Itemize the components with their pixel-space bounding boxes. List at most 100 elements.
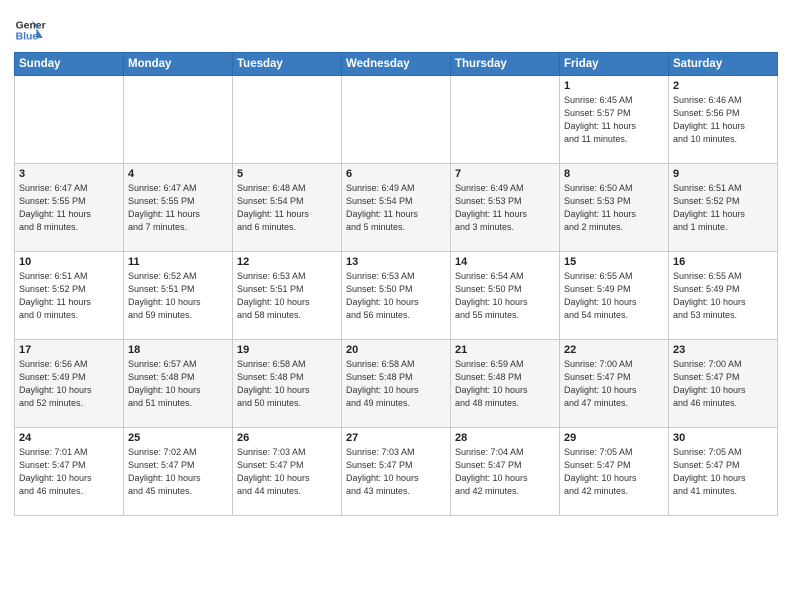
day-info: Sunrise: 6:47 AM Sunset: 5:55 PM Dayligh… (19, 182, 119, 234)
calendar-cell: 8 Sunrise: 6:50 AM Sunset: 5:53 PM Daylig… (560, 164, 669, 252)
calendar-cell: 7 Sunrise: 6:49 AM Sunset: 5:53 PM Daylig… (451, 164, 560, 252)
day-number: 24 (19, 432, 119, 444)
calendar-cell: 27 Sunrise: 7:03 AM Sunset: 5:47 PM Dayli… (342, 428, 451, 516)
calendar-cell: 4 Sunrise: 6:47 AM Sunset: 5:55 PM Daylig… (124, 164, 233, 252)
calendar-cell: 19 Sunrise: 6:58 AM Sunset: 5:48 PM Dayli… (233, 340, 342, 428)
calendar-cell: 21 Sunrise: 6:59 AM Sunset: 5:48 PM Dayli… (451, 340, 560, 428)
day-number: 18 (128, 344, 228, 356)
calendar-cell: 29Sunrise: 7:05 AM Sunset: 5:47 PM Dayli… (560, 428, 669, 516)
weekday-header-monday: Monday (124, 53, 233, 76)
day-info: Sunrise: 6:58 AM Sunset: 5:48 PM Dayligh… (237, 358, 337, 410)
day-info: Sunrise: 6:51 AM Sunset: 5:52 PM Dayligh… (673, 182, 773, 234)
day-number: 8 (564, 168, 664, 180)
day-number: 29 (564, 432, 664, 444)
day-info: Sunrise: 6:56 AM Sunset: 5:49 PM Dayligh… (19, 358, 119, 410)
day-info: Sunrise: 6:52 AM Sunset: 5:51 PM Dayligh… (128, 270, 228, 322)
day-info: Sunrise: 6:53 AM Sunset: 5:50 PM Dayligh… (346, 270, 446, 322)
day-info: Sunrise: 6:59 AM Sunset: 5:48 PM Dayligh… (455, 358, 555, 410)
calendar-cell: 20Sunrise: 6:58 AM Sunset: 5:48 PM Dayli… (342, 340, 451, 428)
day-number: 11 (128, 256, 228, 268)
calendar-cell: 13 Sunrise: 6:53 AM Sunset: 5:50 PM Dayli… (342, 252, 451, 340)
day-number: 4 (128, 168, 228, 180)
day-number: 7 (455, 168, 555, 180)
calendar-cell: 22 Sunrise: 7:00 AM Sunset: 5:47 PM Dayli… (560, 340, 669, 428)
day-info: Sunrise: 6:47 AM Sunset: 5:55 PM Dayligh… (128, 182, 228, 234)
day-info: Sunrise: 6:49 AM Sunset: 5:54 PM Dayligh… (346, 182, 446, 234)
day-info: Sunrise: 7:05 AM Sunset: 5:47 PM Dayligh… (673, 446, 773, 498)
weekday-header-wednesday: Wednesday (342, 53, 451, 76)
calendar-cell: 24 Sunrise: 7:01 AM Sunset: 5:47 PM Dayli… (15, 428, 124, 516)
svg-text:Blue: Blue (16, 32, 39, 43)
day-info: Sunrise: 7:00 AM Sunset: 5:47 PM Dayligh… (564, 358, 664, 410)
day-number: 20 (346, 344, 446, 356)
calendar-cell: 12 Sunrise: 6:53 AM Sunset: 5:51 PM Dayli… (233, 252, 342, 340)
calendar-cell: 26 Sunrise: 7:03 AM Sunset: 5:47 PM Dayli… (233, 428, 342, 516)
calendar-cell: 17 Sunrise: 6:56 AM Sunset: 5:49 PM Dayli… (15, 340, 124, 428)
day-number: 23 (673, 344, 773, 356)
calendar-cell (15, 76, 124, 164)
calendar-cell: 14 Sunrise: 6:54 AM Sunset: 5:50 PM Dayli… (451, 252, 560, 340)
calendar-cell: 25 Sunrise: 7:02 AM Sunset: 5:47 PM Dayli… (124, 428, 233, 516)
calendar-cell (124, 76, 233, 164)
day-info: Sunrise: 6:53 AM Sunset: 5:51 PM Dayligh… (237, 270, 337, 322)
logo-icon: General Blue (14, 14, 46, 46)
calendar-cell: 11 Sunrise: 6:52 AM Sunset: 5:51 PM Dayli… (124, 252, 233, 340)
day-number: 6 (346, 168, 446, 180)
calendar-cell: 3 Sunrise: 6:47 AM Sunset: 5:55 PM Daylig… (15, 164, 124, 252)
day-info: Sunrise: 7:02 AM Sunset: 5:47 PM Dayligh… (128, 446, 228, 498)
day-number: 14 (455, 256, 555, 268)
day-info: Sunrise: 7:04 AM Sunset: 5:47 PM Dayligh… (455, 446, 555, 498)
weekday-header-tuesday: Tuesday (233, 53, 342, 76)
calendar-cell: 9 Sunrise: 6:51 AM Sunset: 5:52 PM Daylig… (669, 164, 778, 252)
weekday-header-sunday: Sunday (15, 53, 124, 76)
day-number: 10 (19, 256, 119, 268)
calendar-cell: 10 Sunrise: 6:51 AM Sunset: 5:52 PM Dayli… (15, 252, 124, 340)
day-number: 30 (673, 432, 773, 444)
logo: General Blue (14, 14, 46, 46)
day-info: Sunrise: 6:48 AM Sunset: 5:54 PM Dayligh… (237, 182, 337, 234)
day-info: Sunrise: 6:51 AM Sunset: 5:52 PM Dayligh… (19, 270, 119, 322)
day-number: 5 (237, 168, 337, 180)
day-number: 21 (455, 344, 555, 356)
day-number: 16 (673, 256, 773, 268)
day-number: 15 (564, 256, 664, 268)
day-number: 13 (346, 256, 446, 268)
calendar-cell (342, 76, 451, 164)
day-info: Sunrise: 6:55 AM Sunset: 5:49 PM Dayligh… (673, 270, 773, 322)
day-number: 27 (346, 432, 446, 444)
weekday-header-friday: Friday (560, 53, 669, 76)
day-number: 2 (673, 80, 773, 92)
day-number: 22 (564, 344, 664, 356)
day-info: Sunrise: 6:46 AM Sunset: 5:56 PM Dayligh… (673, 94, 773, 146)
day-info: Sunrise: 7:01 AM Sunset: 5:47 PM Dayligh… (19, 446, 119, 498)
calendar-cell: 1Sunrise: 6:45 AM Sunset: 5:57 PM Daylig… (560, 76, 669, 164)
calendar-cell: 15Sunrise: 6:55 AM Sunset: 5:49 PM Dayli… (560, 252, 669, 340)
day-info: Sunrise: 6:49 AM Sunset: 5:53 PM Dayligh… (455, 182, 555, 234)
calendar-table: SundayMondayTuesdayWednesdayThursdayFrid… (14, 52, 778, 516)
calendar-cell (451, 76, 560, 164)
day-info: Sunrise: 7:03 AM Sunset: 5:47 PM Dayligh… (237, 446, 337, 498)
day-number: 3 (19, 168, 119, 180)
day-number: 9 (673, 168, 773, 180)
weekday-header-saturday: Saturday (669, 53, 778, 76)
day-number: 19 (237, 344, 337, 356)
day-number: 12 (237, 256, 337, 268)
day-info: Sunrise: 7:03 AM Sunset: 5:47 PM Dayligh… (346, 446, 446, 498)
day-info: Sunrise: 7:00 AM Sunset: 5:47 PM Dayligh… (673, 358, 773, 410)
calendar-cell: 6 Sunrise: 6:49 AM Sunset: 5:54 PM Daylig… (342, 164, 451, 252)
calendar-cell: 30 Sunrise: 7:05 AM Sunset: 5:47 PM Dayli… (669, 428, 778, 516)
day-number: 17 (19, 344, 119, 356)
day-info: Sunrise: 6:50 AM Sunset: 5:53 PM Dayligh… (564, 182, 664, 234)
calendar-cell: 16 Sunrise: 6:55 AM Sunset: 5:49 PM Dayli… (669, 252, 778, 340)
page-container: General Blue SundayMondayTuesdayWednesda… (0, 0, 792, 526)
calendar-cell (233, 76, 342, 164)
calendar-cell: 23 Sunrise: 7:00 AM Sunset: 5:47 PM Dayli… (669, 340, 778, 428)
calendar-cell: 18Sunrise: 6:57 AM Sunset: 5:48 PM Dayli… (124, 340, 233, 428)
day-number: 25 (128, 432, 228, 444)
day-info: Sunrise: 6:54 AM Sunset: 5:50 PM Dayligh… (455, 270, 555, 322)
svg-text:General: General (16, 20, 46, 31)
weekday-header-thursday: Thursday (451, 53, 560, 76)
calendar-cell: 5 Sunrise: 6:48 AM Sunset: 5:54 PM Daylig… (233, 164, 342, 252)
day-number: 26 (237, 432, 337, 444)
day-number: 28 (455, 432, 555, 444)
